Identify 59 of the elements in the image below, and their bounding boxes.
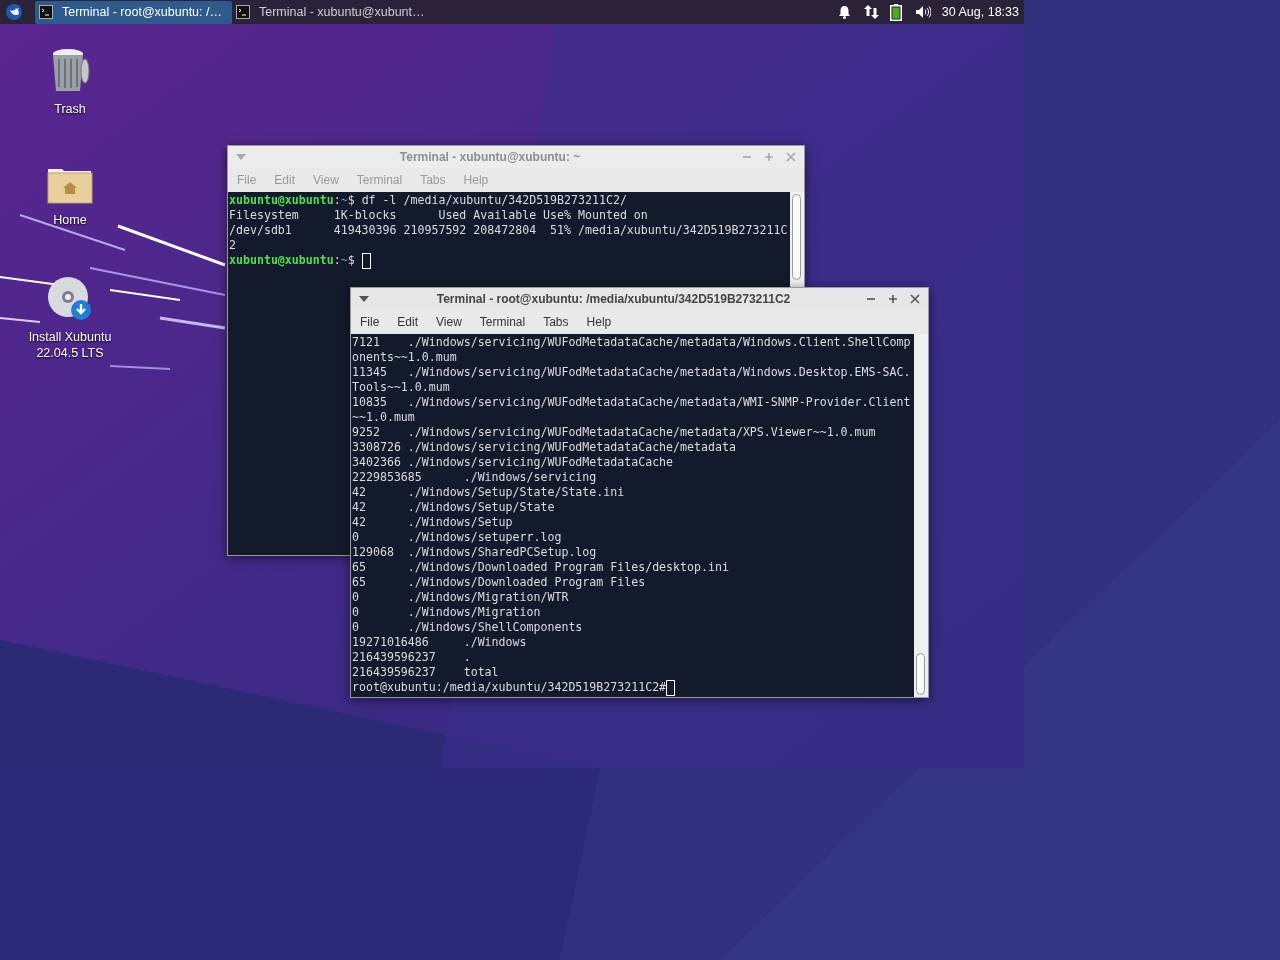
terminal-line: /dev/sdb1 419430396 210957592 208472804 51% /media/xubuntu/342D519B273211C <box>229 223 788 238</box>
terminal-line: ~~1.0.mum <box>352 410 415 425</box>
bell-icon[interactable] <box>837 5 851 19</box>
terminal-icon <box>39 5 53 19</box>
menu-item[interactable]: View <box>436 313 462 331</box>
window-title: Terminal - xubuntu@xubuntu: ~ <box>398 149 582 166</box>
menu-item[interactable]: Tabs <box>543 313 569 331</box>
terminal-line: 7121 ./Windows/servicing/WUFodMetadataCache/metadata/Windows.Client.ShellComp <box>352 335 911 350</box>
terminal-line: onents~~1.0.mum <box>352 350 457 365</box>
terminal-line: 42 ./Windows/Setup/State/State.ini <box>352 485 625 500</box>
terminal-line: 10835 ./Windows/servicing/WUFodMetadataCache/metadata/WMI-SNMP-Provider.Client <box>352 395 911 410</box>
terminal-line: root@xubuntu:/media/xubuntu/342D519B273211C2# <box>352 680 667 695</box>
terminal-line: 9252 ./Windows/servicing/WUFodMetadataCache/metadata/XPS.Viewer~~1.0.mum <box>352 425 876 440</box>
terminal-line: 0 ./Windows/Migration/WTR <box>352 590 569 605</box>
terminal-line: 129068 ./Windows/SharedPCSetup.log <box>352 545 597 560</box>
disc-icon[interactable] <box>48 277 92 321</box>
terminal-line: 19271016486 ./Windows <box>352 635 527 650</box>
taskbar-button[interactable]: Terminal - root@xubuntu: /… <box>35 0 232 24</box>
terminal-line: 42 ./Windows/Setup <box>352 515 513 530</box>
window-title: Terminal - root@xubuntu: /media/xubuntu/342D519B273211C2 <box>435 291 792 308</box>
window-menu-icon[interactable] <box>359 296 369 302</box>
terminal-line: 0 ./Windows/Migration <box>352 605 541 620</box>
terminal-line: xubuntu@xubuntu:~$ df -l /media/xubuntu/342D519B273211C2/ <box>229 193 627 208</box>
clock[interactable]: 30 Aug, 18:33 <box>941 2 1019 22</box>
terminal-line: 2229853685 ./Windows/servicing <box>352 470 597 485</box>
icon-label[interactable]: Trash <box>54 101 86 117</box>
terminal-line: 216439596237 . <box>352 650 471 665</box>
terminal-line: 216439596237 total <box>352 665 499 680</box>
terminal-line: 42 ./Windows/Setup/State <box>352 500 555 515</box>
network-icon[interactable] <box>862 4 880 20</box>
menu-item[interactable]: Help <box>586 313 612 331</box>
scrollbar-thumb[interactable] <box>916 653 925 695</box>
scrollbar-thumb[interactable] <box>792 194 801 280</box>
maximize-icon[interactable] <box>888 294 898 304</box>
battery-icon[interactable] <box>889 3 902 21</box>
volume-icon[interactable] <box>914 5 931 19</box>
terminal-line: 2 <box>229 238 236 253</box>
icon-label[interactable]: Install Xubuntu <box>28 329 112 345</box>
taskbar-button[interactable]: Terminal - xubuntu@xubunt… <box>232 0 435 24</box>
trash-can-icon[interactable] <box>50 47 90 93</box>
terminal-line: 65 ./Windows/Downloaded Program Files/desktop.ini <box>352 560 729 575</box>
terminal-line: 11345 ./Windows/servicing/WUFodMetadataCache/metadata/Windows.Desktop.EMS-SAC. <box>352 365 911 380</box>
terminal-line: 3308726 ./Windows/servicing/WUFodMetadataCache/metadata <box>352 440 736 455</box>
home-folder-icon[interactable] <box>47 166 93 204</box>
terminal-line: xubuntu@xubuntu:~$ <box>229 253 356 268</box>
terminal-line: 0 ./Windows/setuperr.log <box>352 530 562 545</box>
icon-label[interactable]: Home <box>53 212 87 228</box>
terminal-line: Tools~~1.0.mum <box>352 380 450 395</box>
terminal-line: 3402366 ./Windows/servicing/WUFodMetadataCache <box>352 455 674 470</box>
terminal-line: 0 ./Windows/ShellComponents <box>352 620 583 635</box>
menu-icon[interactable] <box>6 4 22 20</box>
menu-item[interactable]: Terminal <box>479 313 526 331</box>
close-icon[interactable] <box>910 294 920 304</box>
terminal-line: Filesystem 1K-blocks Used Available Use% Mounted on <box>229 208 648 223</box>
menu-item[interactable]: File <box>360 313 380 331</box>
menu-item[interactable]: Edit <box>397 313 419 331</box>
icon-label[interactable]: 22.04.5 LTS <box>36 345 104 361</box>
terminal-line: 65 ./Windows/Downloaded Program Files <box>352 575 646 590</box>
terminal-icon <box>236 5 250 19</box>
